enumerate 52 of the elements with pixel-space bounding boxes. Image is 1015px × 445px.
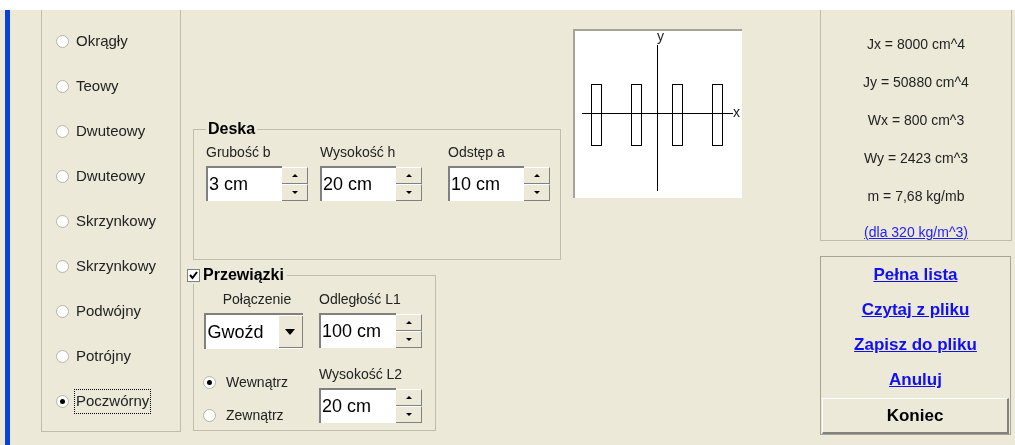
number-field[interactable]: 20 cm xyxy=(319,388,396,423)
field-label: Wysokość L2 xyxy=(319,365,404,384)
checkbox[interactable] xyxy=(187,268,200,282)
dropdown[interactable]: Gwoźd xyxy=(203,313,303,349)
number-field[interactable]: 20 cm xyxy=(320,166,396,201)
group-title: Przewiązki xyxy=(203,266,284,284)
radio-label[interactable]: Dwuteowy xyxy=(74,119,148,144)
radio-label[interactable]: Skrzynkowy xyxy=(74,254,159,279)
number-field[interactable]: 100 cm xyxy=(319,313,396,348)
property-value: Jx = 8000 cm^4 xyxy=(867,35,965,54)
action-link[interactable]: Czytaj z pliku xyxy=(861,298,970,322)
arrow-icon xyxy=(290,189,299,195)
radio-label[interactable]: Teowy xyxy=(74,74,121,99)
field-label: Odstęp a xyxy=(448,143,506,162)
property-value: Wy = 2423 cm^3 xyxy=(863,149,969,168)
end-button[interactable]: Koniec xyxy=(822,398,1009,434)
field-label: Odległość L1 xyxy=(319,290,402,309)
field-label: Grubość b xyxy=(206,143,272,162)
arrow-icon xyxy=(404,319,413,325)
arrow-icon xyxy=(404,189,413,195)
radio-label[interactable]: Okrągły xyxy=(74,29,130,54)
dropdown-button[interactable] xyxy=(278,316,303,348)
density-link[interactable]: (dla 320 kg/m^3) xyxy=(864,222,968,243)
number-field[interactable]: 10 cm xyxy=(448,166,524,201)
field-label: Połączenie xyxy=(222,290,292,309)
axis-label: y xyxy=(657,28,664,44)
arrow-icon xyxy=(532,172,541,178)
axis-label: x xyxy=(733,104,740,120)
field-label: Wysokość h xyxy=(320,143,397,162)
radio-label[interactable]: Podwójny xyxy=(74,299,144,324)
radio-label[interactable]: Potrójny xyxy=(74,344,134,369)
radio-label[interactable]: Wewnątrz xyxy=(226,372,288,393)
radio-label[interactable]: Zewnątrz xyxy=(226,405,284,426)
arrow-icon xyxy=(290,172,299,178)
arrow-icon xyxy=(404,336,413,342)
dropdown-value: Gwoźd xyxy=(207,320,264,344)
property-value: Wx = 800 cm^3 xyxy=(867,111,965,130)
action-link[interactable]: Zapisz do pliku xyxy=(854,333,977,357)
arrow-icon xyxy=(404,411,413,417)
arrow-icon xyxy=(404,394,413,400)
radio-label[interactable]: Poczwórny xyxy=(74,389,152,414)
arrow-icon xyxy=(532,189,541,195)
caret-icon xyxy=(285,328,295,335)
property-value: Jy = 50880 cm^4 xyxy=(863,73,969,92)
radio-label[interactable]: Skrzynkowy xyxy=(74,209,159,234)
property-value: m = 7,68 kg/mb xyxy=(867,187,965,206)
number-field[interactable]: 3 cm xyxy=(206,166,282,201)
radio-label[interactable]: Dwuteowy xyxy=(74,164,148,189)
checkmark-icon xyxy=(189,270,198,280)
action-link[interactable]: Anuluj xyxy=(889,368,942,392)
arrow-icon xyxy=(404,172,413,178)
action-link[interactable]: Pełna lista xyxy=(873,263,958,287)
